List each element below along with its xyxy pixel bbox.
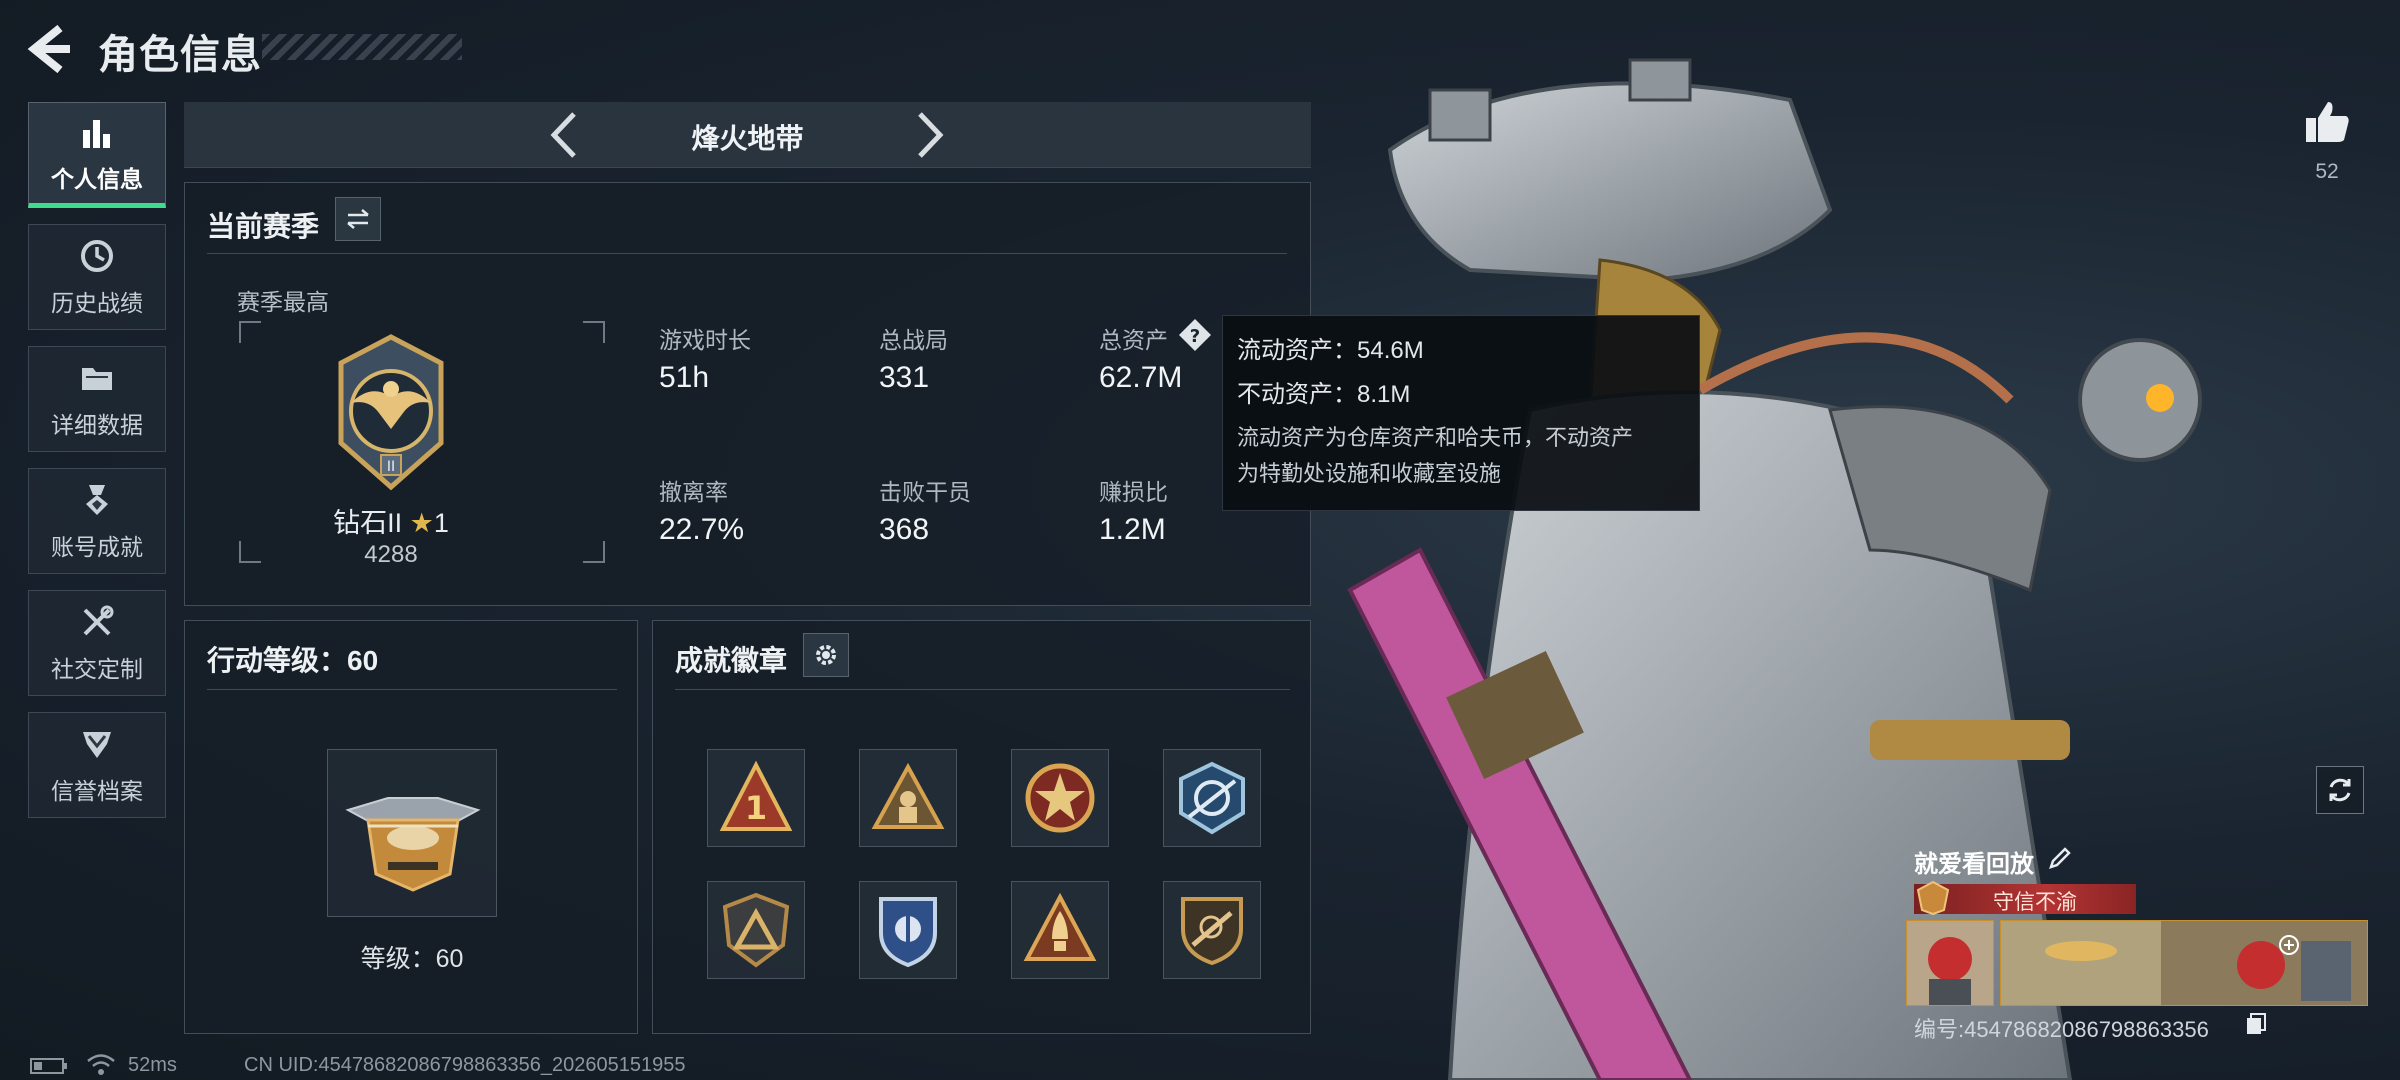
thumbs-up-icon[interactable] bbox=[2302, 96, 2352, 146]
ping-readout: 52ms bbox=[128, 1054, 177, 1076]
help-icon[interactable]: ? bbox=[1177, 317, 1213, 353]
sidebar-item-label: 个人信息 bbox=[51, 166, 143, 192]
stat-value: 62.7M bbox=[1099, 361, 1183, 394]
star-circle-badge[interactable] bbox=[1011, 749, 1109, 847]
stat-label: 总资产 bbox=[1099, 327, 1168, 353]
blue-shield-badge[interactable] bbox=[859, 881, 957, 979]
rank-stars: 1 bbox=[433, 508, 449, 538]
add-icon[interactable] bbox=[2278, 934, 2300, 956]
refresh-icon bbox=[2329, 778, 2351, 802]
level-caption: 等级：60 bbox=[360, 945, 464, 973]
edit-icon[interactable] bbox=[2048, 846, 2072, 870]
rocket-badge[interactable] bbox=[1011, 881, 1109, 979]
switch-season-button[interactable] bbox=[335, 197, 381, 241]
tooltip-liquid-assets: 流动资产：54.6M bbox=[1237, 337, 1424, 364]
back-arrow-icon[interactable] bbox=[24, 22, 72, 76]
helicopter-emblem-icon bbox=[345, 797, 481, 892]
rank-display: 钻石II ★1 bbox=[285, 501, 497, 540]
rank-name: 钻石II bbox=[333, 508, 403, 538]
stat-label: 赚损比 bbox=[1099, 479, 1168, 505]
season-best-label: 赛季最高 bbox=[237, 289, 329, 315]
divider bbox=[675, 689, 1290, 690]
stat-label: 游戏时长 bbox=[659, 327, 751, 353]
chevron-right-icon[interactable] bbox=[910, 110, 950, 160]
diamond-rank-emblem-icon: II bbox=[338, 334, 444, 491]
gear-icon bbox=[816, 645, 836, 665]
rifle-shield-badge[interactable] bbox=[1163, 881, 1261, 979]
title-decoration bbox=[262, 34, 462, 60]
soldier-triangle-badge[interactable] bbox=[859, 749, 957, 847]
season-panel: 当前赛季 赛季最高 II 钻石II ★1 4288 游戏时长 51h 总战局 3… bbox=[184, 182, 1311, 606]
asset-tooltip: 流动资产：54.6M 不动资产：8.1M 流动资产为仓库资产和哈夫币，不动资产 … bbox=[1222, 315, 1700, 511]
clock-icon bbox=[77, 236, 117, 276]
wifi-icon bbox=[87, 1054, 115, 1075]
sidebar-item-social[interactable]: 社交定制 bbox=[28, 590, 166, 696]
rank-1-badge[interactable]: 1 bbox=[707, 749, 805, 847]
replay-title: 就爱看回放 bbox=[1914, 851, 2034, 878]
badges-title: 成就徽章 bbox=[675, 645, 788, 676]
level-title: 行动等级：60 bbox=[207, 645, 379, 676]
frame-corner bbox=[239, 541, 261, 563]
frame-corner bbox=[583, 321, 605, 343]
badge-settings-button[interactable] bbox=[803, 633, 849, 677]
season-title: 当前赛季 bbox=[207, 211, 320, 242]
sidebar-item-history[interactable]: 历史战绩 bbox=[28, 224, 166, 330]
replay-scene-thumbnail[interactable] bbox=[2000, 920, 2368, 1006]
mode-selector: 烽火地带 bbox=[184, 102, 1311, 168]
folder-icon bbox=[77, 358, 117, 398]
honor-title: 守信不渝 bbox=[1993, 891, 2077, 914]
stat-value: 368 bbox=[879, 513, 930, 546]
tools-icon bbox=[77, 602, 117, 642]
replay-avatar-thumbnail[interactable] bbox=[1906, 920, 1994, 1006]
replay-code: 编号:4547868208679886335​6 bbox=[1914, 1017, 2209, 1042]
mode-title: 烽火地带 bbox=[691, 123, 804, 154]
copy-icon[interactable] bbox=[2244, 1012, 2268, 1036]
sidebar-item-label: 账号成就 bbox=[51, 534, 143, 560]
medal-icon bbox=[77, 480, 117, 520]
tooltip-fixed-assets: 不动资产：8.1M bbox=[1237, 381, 1411, 408]
sidebar-item-label: 详细数据 bbox=[51, 412, 143, 438]
star-icon: ★ bbox=[409, 508, 434, 538]
tooltip-description-line-1: 流动资产为仓库资产和哈夫币，不动资产 bbox=[1237, 425, 1634, 450]
battery-icon bbox=[30, 1058, 67, 1074]
sidebar-item-label: 历史战绩 bbox=[51, 290, 143, 316]
like-count: 52 bbox=[2315, 160, 2339, 183]
svg-text:II: II bbox=[387, 459, 395, 475]
bar-chart-icon bbox=[77, 112, 117, 152]
badges-panel: 成就徽章 1 bbox=[652, 620, 1311, 1034]
tooltip-description-line-2: 为特勤处设施和收藏室设施 bbox=[1237, 461, 1502, 486]
swap-icon bbox=[347, 209, 369, 229]
stat-value: 331 bbox=[879, 361, 930, 394]
stat-value: 51h bbox=[659, 361, 710, 394]
sidebar-item-label: 信誉档案 bbox=[51, 778, 143, 804]
sidebar-item-label: 社交定制 bbox=[51, 656, 143, 682]
refresh-button[interactable] bbox=[2316, 766, 2364, 814]
sidebar-item-details[interactable]: 详细数据 bbox=[28, 346, 166, 452]
rank-points: 4288 bbox=[364, 541, 418, 568]
sidebar-item-achievements[interactable]: 账号成就 bbox=[28, 468, 166, 574]
level-panel: 行动等级：60 等级：60 bbox=[184, 620, 638, 1034]
player-uid: CN UID:4547868208679886335​6_20260515195… bbox=[244, 1054, 686, 1076]
page-title: 角色信息 bbox=[98, 33, 262, 77]
sidebar-item-credit[interactable]: 信誉档案 bbox=[28, 712, 166, 818]
svg-text:?: ? bbox=[1190, 326, 1200, 347]
stat-value: 1.2M bbox=[1099, 513, 1166, 546]
stat-value: 22.7% bbox=[659, 513, 745, 546]
level-emblem-frame bbox=[327, 749, 497, 917]
stat-label: 击败干员 bbox=[879, 479, 971, 505]
divider bbox=[207, 689, 617, 690]
triangle-shield-badge[interactable] bbox=[707, 881, 805, 979]
svg-text:1: 1 bbox=[745, 789, 767, 827]
frame-corner bbox=[239, 321, 261, 343]
frame-corner bbox=[583, 541, 605, 563]
stat-label: 撤离率 bbox=[659, 479, 728, 505]
blue-wing-badge[interactable] bbox=[1163, 749, 1261, 847]
stat-label: 总战局 bbox=[879, 327, 948, 353]
shield-chevron-icon bbox=[77, 724, 117, 764]
divider bbox=[207, 253, 1287, 254]
sidebar-item-personal-info[interactable]: 个人信息 bbox=[28, 102, 166, 208]
